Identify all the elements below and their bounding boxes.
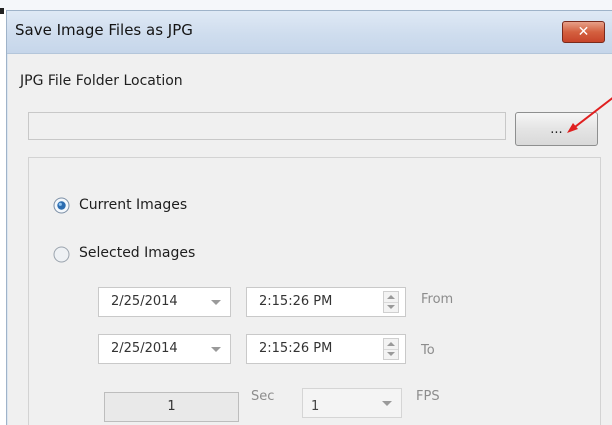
selected-images-radio[interactable]: [53, 246, 70, 263]
current-images-radio[interactable]: [53, 197, 70, 214]
sec-label: Sec: [251, 389, 275, 404]
cursor-mark: [0, 8, 4, 14]
from-label: From: [421, 292, 454, 307]
from-date-picker[interactable]: 2/25/2014: [98, 287, 231, 317]
title-bar[interactable]: Save Image Files as JPG ✕: [7, 11, 612, 54]
seconds-field[interactable]: 1: [104, 392, 239, 422]
window-title: Save Image Files as JPG: [15, 21, 193, 39]
close-button[interactable]: ✕: [562, 21, 605, 43]
annotation-arrow: [567, 97, 612, 133]
to-time-value: 2:15:26 PM: [259, 341, 333, 356]
to-time-field[interactable]: 2:15:26 PM: [246, 334, 406, 364]
fps-dropdown[interactable]: 1: [302, 388, 402, 418]
dialog-window: Save Image Files as JPG ✕ JPG File Folde…: [6, 10, 612, 425]
fps-value: 1: [311, 399, 320, 414]
current-images-label[interactable]: Current Images: [79, 197, 187, 213]
chevron-down-icon: [211, 347, 221, 352]
spin-buttons-icon[interactable]: [383, 291, 399, 313]
to-date-picker[interactable]: 2/25/2014: [98, 334, 231, 364]
to-date-value: 2/25/2014: [111, 341, 178, 356]
from-date-value: 2/25/2014: [111, 294, 178, 309]
from-time-value: 2:15:26 PM: [259, 294, 333, 309]
fps-label: FPS: [416, 389, 440, 404]
chevron-down-icon: [382, 401, 392, 406]
close-icon: ✕: [577, 24, 590, 40]
chevron-down-icon: [211, 300, 221, 305]
from-time-field[interactable]: 2:15:26 PM: [246, 287, 406, 317]
folder-path-input[interactable]: [28, 112, 506, 140]
selected-images-label[interactable]: Selected Images: [79, 245, 195, 261]
to-label: To: [421, 343, 435, 358]
folder-location-label: JPG File Folder Location: [20, 73, 183, 89]
spin-buttons-icon[interactable]: [383, 338, 399, 360]
desktop-strip: [0, 0, 612, 10]
